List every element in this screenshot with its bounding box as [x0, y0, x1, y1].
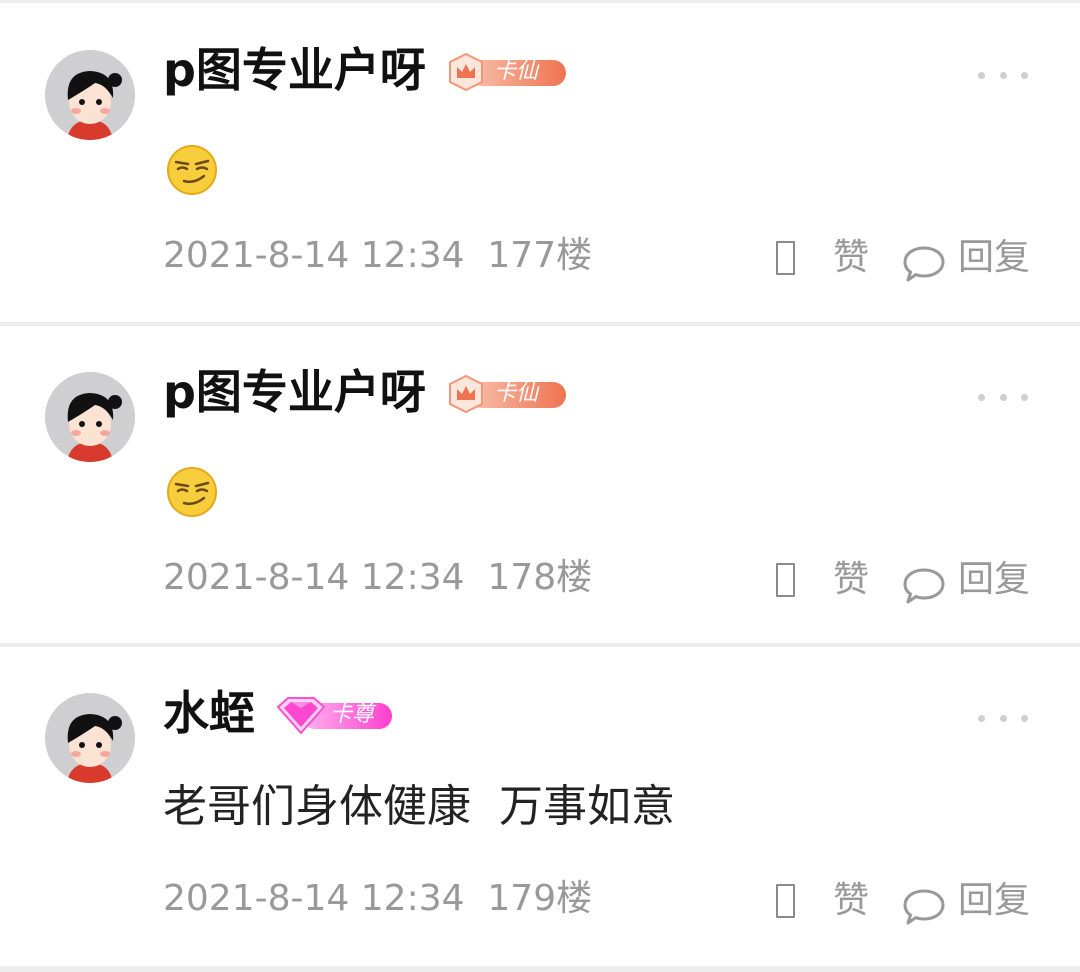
more-options-button[interactable]: [978, 711, 1028, 725]
divider: [0, 0, 1080, 3]
smirk-face-emoji: [166, 466, 218, 518]
member-badge: 卡仙: [446, 374, 568, 414]
username[interactable]: p图专业户呀: [163, 38, 426, 102]
username[interactable]: 水蛭: [163, 681, 255, 745]
like-icon[interactable]: [776, 884, 795, 918]
user-avatar[interactable]: [45, 50, 135, 140]
badge-label: 卡尊: [330, 702, 375, 727]
comment-text: 老哥们身体健康 万事如意: [163, 781, 675, 832]
user-avatar[interactable]: [45, 372, 135, 462]
reply-button[interactable]: 回复: [958, 554, 1030, 606]
floor-number: 177楼: [487, 235, 593, 276]
like-button[interactable]: 赞: [833, 554, 869, 606]
badge-label: 卡仙: [494, 381, 539, 406]
post-meta: 2021-8-14 12:34 179楼: [163, 873, 592, 925]
floor-number: 179楼: [487, 878, 593, 919]
user-avatar[interactable]: [45, 693, 135, 783]
more-options-button[interactable]: [978, 390, 1028, 404]
badge-label: 卡仙: [494, 59, 539, 84]
floor-number: 178楼: [487, 557, 593, 598]
member-badge: 卡尊: [276, 695, 394, 735]
comment-bubble-icon[interactable]: [902, 887, 946, 927]
comment-list: p图专业户呀 卡仙 2021-8-14 12:34 177楼 赞 回复 p图专业…: [0, 0, 1080, 972]
post-meta: 2021-8-14 12:34 178楼: [163, 552, 592, 604]
reply-button[interactable]: 回复: [958, 875, 1030, 927]
comment-bubble-icon[interactable]: [902, 244, 946, 284]
post-meta: 2021-8-14 12:34 177楼: [163, 230, 592, 282]
like-button[interactable]: 赞: [833, 875, 869, 927]
post-date: 2021-8-14 12:34: [163, 235, 465, 276]
like-icon[interactable]: [776, 241, 795, 275]
reply-button[interactable]: 回复: [958, 232, 1030, 284]
more-options-button[interactable]: [978, 68, 1028, 82]
member-badge: 卡仙: [446, 52, 568, 92]
post-date: 2021-8-14 12:34: [163, 557, 465, 598]
comment-bubble-icon[interactable]: [902, 566, 946, 606]
comment-item: 水蛭 卡尊 老哥们身体健康 万事如意 2021-8-14 12:34 179楼 …: [0, 647, 1080, 965]
comment-item: p图专业户呀 卡仙: [0, 4, 1080, 322]
smirk-face-emoji: [166, 144, 218, 196]
post-date: 2021-8-14 12:34: [163, 878, 465, 919]
divider: [0, 966, 1080, 972]
like-button[interactable]: 赞: [833, 232, 869, 284]
username[interactable]: p图专业户呀: [163, 360, 426, 424]
like-icon[interactable]: [776, 563, 795, 597]
comment-item: p图专业户呀 卡仙: [0, 326, 1080, 644]
